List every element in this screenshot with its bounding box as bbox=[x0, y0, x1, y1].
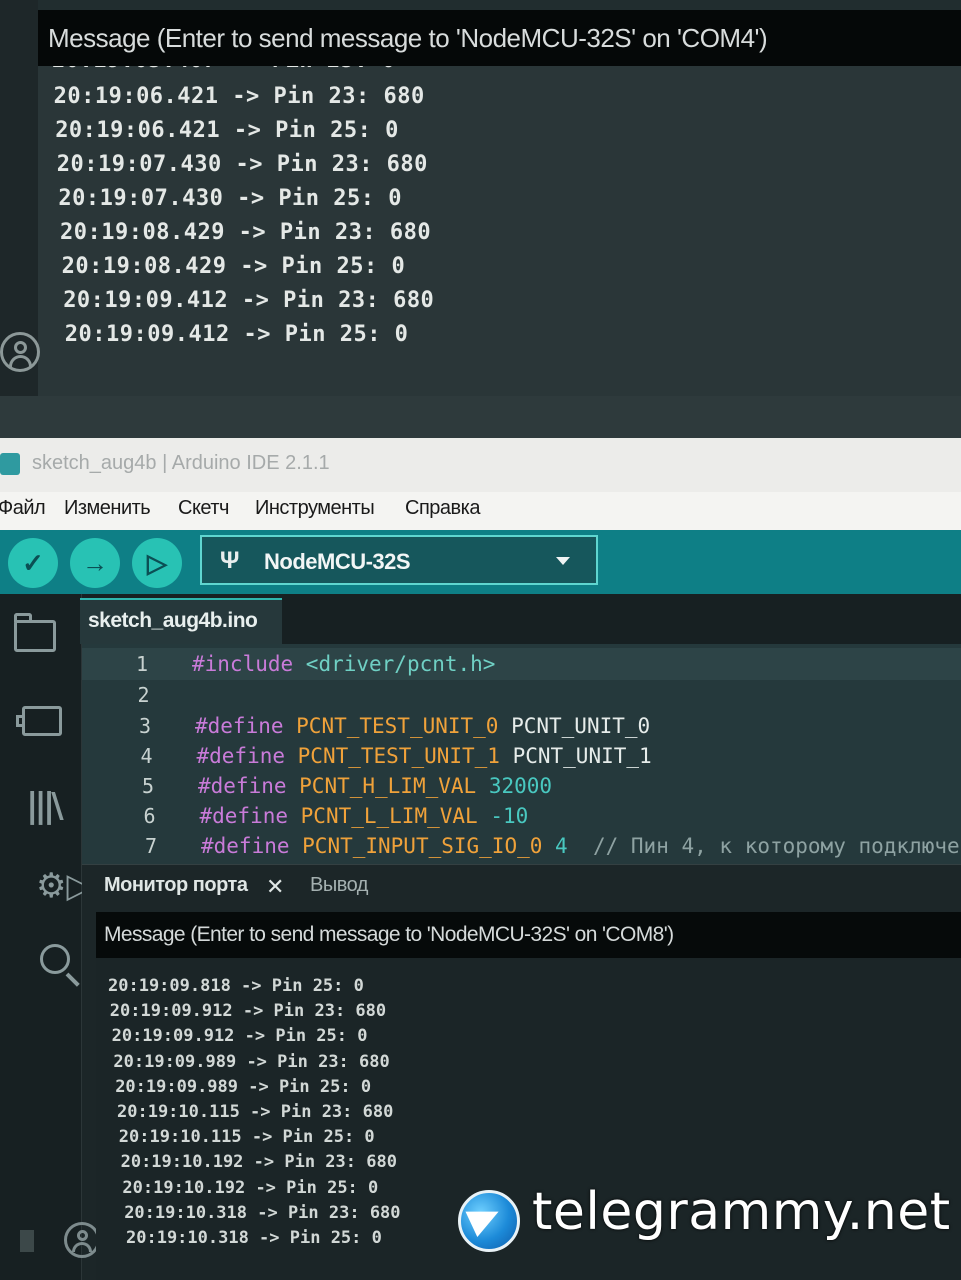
code-token: #define bbox=[201, 834, 290, 858]
account-icon[interactable] bbox=[0, 332, 40, 372]
verify-button[interactable]: ✓ bbox=[8, 538, 58, 588]
serial-line: 20:19:09.412 -> Pin 25: 0 bbox=[64, 322, 409, 347]
code-token: 32000 bbox=[476, 774, 553, 798]
menu-sketch[interactable]: Скетч bbox=[178, 497, 229, 520]
serial-line: 20:19:10.192 -> Pin 25: 0 bbox=[122, 1177, 379, 1198]
code-token: PCNT_UNIT_0 bbox=[498, 714, 651, 738]
ide-window-title: sketch_aug4b | Arduino IDE 2.1.1 bbox=[32, 452, 330, 474]
serial-line: 20:19:10.318 -> Pin 23: 680 bbox=[124, 1202, 401, 1223]
serial-line: 20:19:10.115 -> Pin 25: 0 bbox=[118, 1127, 375, 1148]
code-token: PCNT_H_LIM_VAL bbox=[286, 774, 477, 798]
menu-help[interactable]: Справка bbox=[405, 497, 480, 520]
line-number: 4 bbox=[140, 744, 153, 768]
code-line: #define PCNT_H_LIM_VAL 32000 bbox=[198, 774, 552, 798]
usb-icon: Ψ bbox=[220, 547, 240, 574]
serial-line: 20:19:09.412 -> Pin 23: 680 bbox=[63, 288, 435, 313]
code-token: #define bbox=[199, 804, 289, 828]
serial-line: 20:19:09.912 -> Pin 25: 0 bbox=[111, 1026, 368, 1047]
code-line: #define PCNT_TEST_UNIT_1 PCNT_UNIT_1 bbox=[197, 744, 652, 768]
library-manager-icon[interactable]: |||\ bbox=[26, 786, 64, 826]
debug-icon: ▷ bbox=[147, 548, 167, 578]
serial-line: 20:19:09.912 -> Pin 23: 680 bbox=[109, 1001, 387, 1022]
serial-line: 20:19:07.430 -> Pin 23: 680 bbox=[56, 152, 428, 177]
code-line: #define PCNT_INPUT_SIG_IO_0 4 // Пин 4, … bbox=[201, 834, 960, 858]
serial-line: 20:19:10.318 -> Pin 25: 0 bbox=[126, 1228, 382, 1248]
folder-icon[interactable] bbox=[14, 613, 56, 652]
serial-line: 20:19:09.818 -> Pin 25: 0 bbox=[108, 976, 364, 996]
board-selector[interactable]: Ψ NodeMCU-32S bbox=[200, 535, 598, 585]
debug-button[interactable]: ▷ bbox=[132, 538, 182, 588]
code-token: #include bbox=[192, 652, 294, 676]
close-icon[interactable]: ✕ bbox=[266, 874, 284, 900]
code-token: #define bbox=[196, 744, 286, 768]
upload-button[interactable]: → bbox=[70, 538, 120, 588]
tab-serial-monitor[interactable]: Монитор порта bbox=[104, 874, 248, 897]
com8-message-input[interactable]: Message (Enter to send message to 'NodeM… bbox=[96, 912, 961, 958]
line-number: 7 bbox=[144, 834, 157, 858]
chevron-down-icon bbox=[556, 557, 570, 565]
line-number: 1 bbox=[135, 652, 148, 676]
serial-line: 20:19:09.989 -> Pin 23: 680 bbox=[113, 1051, 390, 1072]
menu-edit[interactable]: Изменить bbox=[64, 497, 151, 520]
line-number: 3 bbox=[138, 714, 151, 738]
code-token: #define bbox=[198, 774, 287, 798]
line-number: 2 bbox=[137, 683, 150, 707]
serial-line: 20:19:09.989 -> Pin 25: 0 bbox=[115, 1076, 372, 1097]
serial-line: 20:19:07.430 -> Pin 25: 0 bbox=[58, 186, 403, 211]
code-line: #define PCNT_L_LIM_VAL -10 bbox=[200, 804, 529, 828]
serial-line: 20:19:08.429 -> Pin 23: 680 bbox=[60, 220, 432, 245]
boards-manager-icon[interactable] bbox=[16, 706, 62, 736]
left-activity-bar bbox=[0, 594, 82, 1280]
serial-line: 20:19:06.421 -> Pin 25: 0 bbox=[55, 118, 399, 143]
settings-edge-icon bbox=[20, 1230, 34, 1252]
code-token: PCNT_UNIT_1 bbox=[499, 744, 652, 768]
code-token: #define bbox=[195, 714, 284, 738]
code-token: <driver/pcnt.h> bbox=[293, 652, 496, 676]
tab-output[interactable]: Вывод bbox=[310, 874, 368, 897]
account-icon[interactable] bbox=[64, 1222, 100, 1258]
code-line: #include <driver/pcnt.h> bbox=[192, 652, 495, 676]
code-token: PCNT_L_LIM_VAL bbox=[288, 804, 478, 828]
arduino-logo-icon bbox=[0, 453, 20, 475]
code-token: 4 bbox=[542, 834, 568, 858]
line-number: 5 bbox=[141, 774, 154, 798]
watermark-text: telegrammy.net bbox=[532, 1182, 951, 1242]
serial-line: 20:19:05.407 -> Pin 25: 0 bbox=[52, 66, 396, 73]
com4-serial-output: 20:19:05.407 -> Pin 25: 0 20:19:06.421 ->… bbox=[38, 66, 961, 396]
line-number: 6 bbox=[143, 804, 156, 828]
background-status-area bbox=[0, 396, 961, 438]
serial-line: 20:19:10.115 -> Pin 23: 680 bbox=[117, 1102, 394, 1122]
background-sidebar bbox=[0, 0, 38, 438]
com4-message-input[interactable]: Message (Enter to send message to 'NodeM… bbox=[38, 10, 961, 66]
serial-line: 20:19:08.429 -> Pin 25: 0 bbox=[61, 254, 406, 279]
tab-sketch-file[interactable]: sketch_aug4b.ino bbox=[80, 598, 282, 644]
code-token: PCNT_INPUT_SIG_IO_0 bbox=[289, 834, 543, 858]
board-name: NodeMCU-32S bbox=[264, 549, 411, 574]
code-token: PCNT_TEST_UNIT_1 bbox=[285, 744, 500, 768]
serial-line: 20:19:06.421 -> Pin 23: 680 bbox=[53, 84, 425, 109]
menu-tools[interactable]: Инструменты bbox=[255, 497, 375, 520]
serial-line: 20:19:10.192 -> Pin 23: 680 bbox=[120, 1152, 397, 1173]
code-token: PCNT_TEST_UNIT_0 bbox=[283, 714, 499, 738]
menu-file[interactable]: Файл bbox=[0, 497, 46, 520]
code-token: -10 bbox=[477, 804, 529, 828]
code-token: // Пин 4, к которому подключе bbox=[567, 834, 960, 858]
check-icon: ✓ bbox=[22, 548, 44, 578]
code-line: #define PCNT_TEST_UNIT_0 PCNT_UNIT_0 bbox=[195, 714, 650, 738]
arrow-right-icon: → bbox=[82, 548, 108, 578]
search-icon[interactable] bbox=[40, 944, 80, 987]
